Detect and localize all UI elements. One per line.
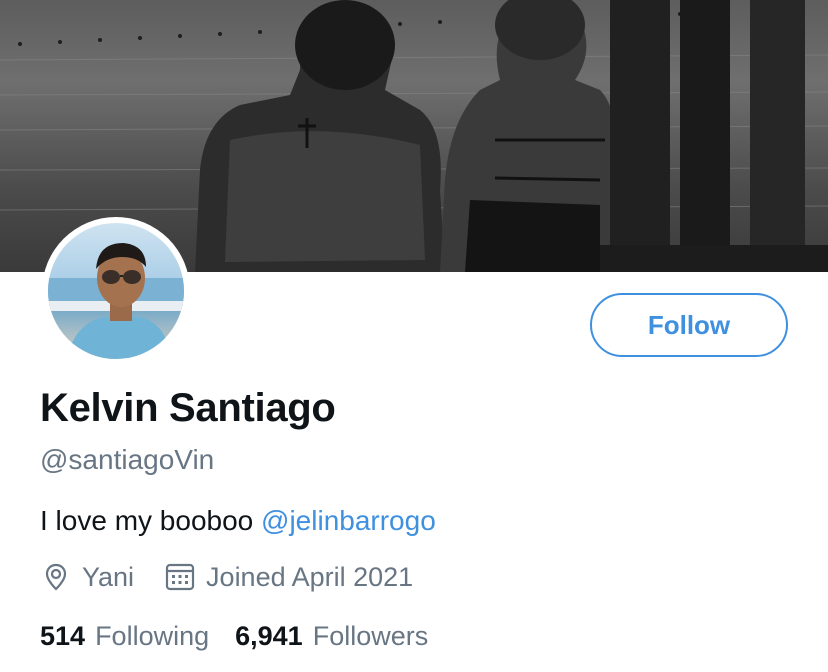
following-link[interactable]: 514 Following bbox=[40, 621, 209, 652]
following-count: 514 bbox=[40, 621, 86, 651]
bio-text: I love my booboo bbox=[40, 505, 254, 536]
profile-bio: I love my booboo @jelinbarrogo bbox=[40, 505, 436, 537]
following-label: Following bbox=[95, 621, 210, 651]
profile-name: Kelvin Santiago bbox=[40, 386, 336, 430]
profile-joined-date: Joined April 2021 bbox=[164, 561, 413, 593]
followers-count: 6,941 bbox=[235, 621, 303, 651]
calendar-icon bbox=[164, 561, 196, 593]
profile-handle: @santiagoVin bbox=[40, 444, 215, 475]
avatar-photo bbox=[48, 223, 184, 359]
joined-text: Joined April 2021 bbox=[206, 561, 414, 592]
location-pin-icon bbox=[40, 561, 72, 593]
profile-meta: Yani Joined April 2021 bbox=[40, 561, 413, 593]
follow-button[interactable]: Follow bbox=[590, 293, 788, 357]
profile-stats: 514 Following 6,941 Followers bbox=[40, 621, 428, 652]
profile-location: Yani bbox=[40, 561, 134, 593]
bio-mention-link[interactable]: @jelinbarrogo bbox=[261, 505, 436, 536]
followers-label: Followers bbox=[312, 621, 429, 651]
profile-avatar[interactable] bbox=[42, 217, 190, 365]
location-text: Yani bbox=[82, 561, 135, 592]
followers-link[interactable]: 6,941 Followers bbox=[235, 621, 428, 652]
